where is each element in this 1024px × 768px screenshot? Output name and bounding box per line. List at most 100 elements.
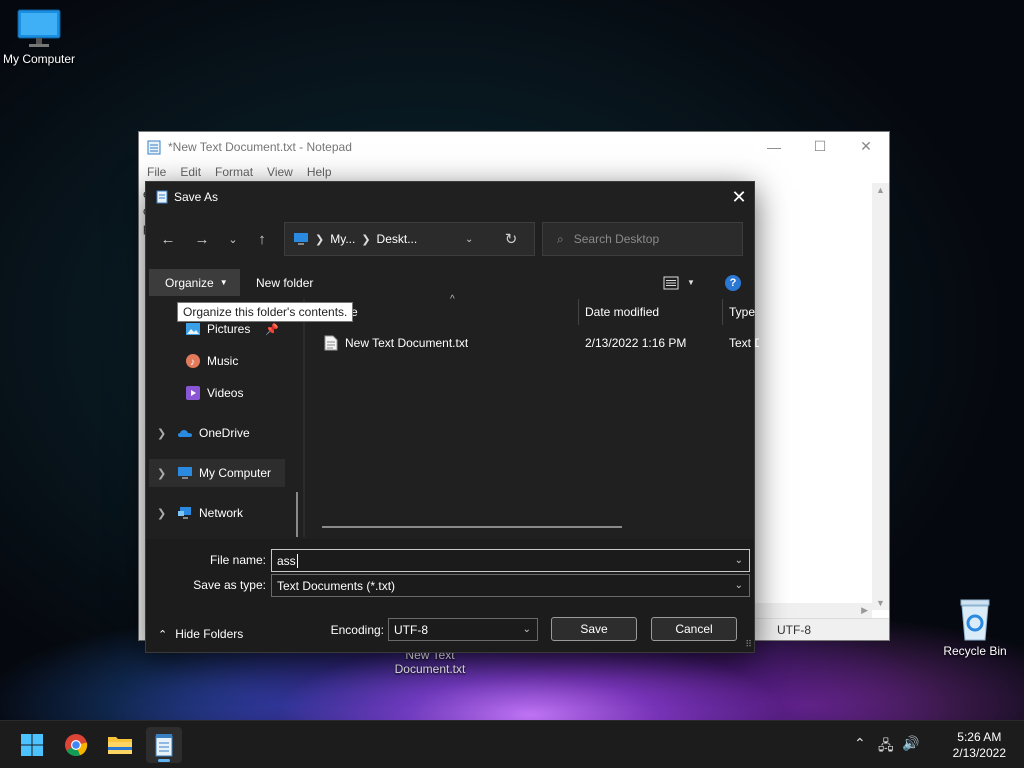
- network-icon: [178, 507, 191, 519]
- file-list-horizontal-scrollbar[interactable]: [322, 526, 622, 528]
- clock-date: 2/13/2022: [952, 746, 1006, 760]
- search-input[interactable]: ⌕ Search Desktop: [542, 222, 743, 256]
- windows-logo-icon: [21, 734, 43, 756]
- nav-item-label: My Computer: [199, 466, 272, 480]
- file-date-modified: 2/13/2022 1:16 PM: [585, 336, 687, 350]
- minimize-button[interactable]: —: [751, 132, 797, 161]
- address-bar[interactable]: ❯ My... ❯ Deskt...: [284, 222, 535, 256]
- column-divider[interactable]: [722, 299, 723, 325]
- nav-item-my-computer[interactable]: ❯ My Computer: [149, 459, 285, 487]
- expand-chevron-icon[interactable]: ❯: [157, 427, 166, 440]
- pane-divider[interactable]: [303, 299, 305, 537]
- cancel-button[interactable]: Cancel: [651, 617, 737, 641]
- view-options-button[interactable]: ▼: [663, 269, 695, 296]
- volume-icon[interactable]: 🔊: [902, 735, 919, 752]
- file-name-input[interactable]: ass ⌄: [271, 549, 750, 572]
- clock[interactable]: 5:26 AM 2/13/2022: [953, 729, 1006, 761]
- new-folder-button[interactable]: New folder: [256, 269, 313, 296]
- resize-grip-icon[interactable]: ⠿: [745, 639, 752, 650]
- close-button[interactable]: ✕: [843, 132, 889, 161]
- navigation-pane[interactable]: Pictures 📌 ♪ Music Videos ❯ OneDrive ❯ M…: [149, 299, 299, 537]
- notepad-titlebar[interactable]: *New Text Document.txt - Notepad — ☐ ✕: [139, 132, 889, 161]
- taskbar-notepad[interactable]: [146, 727, 182, 763]
- column-header-type[interactable]: Type: [729, 299, 755, 325]
- menu-file[interactable]: File: [147, 165, 166, 179]
- address-dropdown-icon[interactable]: ⌄: [465, 222, 479, 256]
- breadcrumb-item[interactable]: My...: [330, 232, 355, 246]
- scroll-down-icon[interactable]: ▼: [876, 598, 885, 608]
- scroll-right-icon[interactable]: ▶: [861, 605, 868, 616]
- up-arrow-icon[interactable]: ↑: [248, 222, 276, 256]
- hide-folders-button[interactable]: ⌃ Hide Folders: [158, 626, 243, 642]
- nav-item-network[interactable]: ❯ Network: [149, 499, 289, 527]
- back-arrow-icon[interactable]: ←: [154, 222, 182, 256]
- dialog-titlebar[interactable]: Save As ✕: [146, 182, 754, 212]
- clock-time: 5:26 AM: [957, 730, 1002, 744]
- nav-item-music[interactable]: ♪ Music: [149, 347, 289, 375]
- save-as-type-select[interactable]: Text Documents (*.txt) ⌄: [271, 574, 750, 597]
- menu-view[interactable]: View: [267, 165, 293, 179]
- organize-label: Organize: [165, 275, 214, 290]
- start-button[interactable]: [14, 727, 50, 763]
- refresh-icon[interactable]: ↻: [501, 222, 521, 256]
- file-name-label: File name:: [209, 553, 266, 567]
- column-header-date-modified[interactable]: Date modified: [585, 299, 659, 325]
- menu-help[interactable]: Help: [307, 165, 332, 179]
- new-folder-label: New folder: [256, 275, 314, 290]
- search-icon: ⌕: [557, 231, 564, 246]
- save-button[interactable]: Save: [551, 617, 637, 641]
- computer-icon: [17, 9, 61, 47]
- save-as-type-label: Save as type:: [193, 578, 266, 592]
- desktop-icon-recycle-bin[interactable]: Recycle Bin: [933, 598, 1017, 658]
- organize-button[interactable]: Organize ▼: [149, 269, 240, 296]
- taskbar-chrome[interactable]: [58, 727, 94, 763]
- help-icon[interactable]: ?: [725, 275, 741, 291]
- chevron-down-icon: ▼: [219, 278, 228, 287]
- dialog-footer: File name: ass ⌄ Save as type: Text Docu…: [146, 539, 754, 652]
- search-placeholder: Search Desktop: [573, 232, 660, 246]
- close-button[interactable]: ✕: [724, 182, 754, 212]
- taskbar: ⌃ 🖧 🔊 5:26 AM 2/13/2022: [0, 720, 1024, 768]
- onedrive-icon: [178, 430, 192, 437]
- desktop: My Computer Recycle Bin New Text Documen…: [0, 0, 1024, 720]
- tooltip: Organize this folder's contents.: [177, 302, 354, 322]
- nav-item-onedrive[interactable]: ❯ OneDrive: [149, 419, 289, 447]
- expand-chevron-icon[interactable]: ❯: [157, 467, 166, 480]
- menu-edit[interactable]: Edit: [180, 165, 201, 179]
- chevron-down-icon[interactable]: ⌄: [735, 555, 743, 566]
- breadcrumb-separator-icon: ❯: [315, 233, 325, 246]
- column-divider[interactable]: [578, 299, 579, 325]
- music-icon: ♪: [186, 354, 200, 368]
- save-as-type-value: Text Documents (*.txt): [277, 578, 396, 593]
- system-tray: ⌃ 🖧 🔊 5:26 AM 2/13/2022: [854, 721, 1024, 768]
- file-type: Text D: [729, 336, 759, 350]
- hide-folders-label: Hide Folders: [175, 627, 244, 641]
- vertical-scrollbar[interactable]: ▲ ▼: [872, 183, 889, 610]
- nav-item-label: Pictures: [207, 322, 251, 336]
- save-as-dialog[interactable]: Save As ✕ ← → ⌄ ↑ ❯ My... ❯ Deskt... ⌄ ↻…: [145, 181, 759, 653]
- pin-icon[interactable]: 📌: [265, 323, 279, 336]
- desktop-icon-label: My Computer: [2, 52, 76, 66]
- maximize-button[interactable]: ☐: [797, 132, 843, 161]
- file-name-value: ass: [277, 553, 296, 568]
- nav-pane-scrollbar[interactable]: [296, 492, 298, 537]
- videos-icon: [186, 386, 200, 400]
- recent-locations-chevron-icon[interactable]: ⌄: [219, 222, 247, 256]
- encoding-select[interactable]: UTF-8 ⌄: [388, 618, 538, 641]
- chevron-up-icon[interactable]: ⌃: [854, 735, 866, 752]
- nav-item-label: Videos: [207, 386, 244, 400]
- nav-item-label: Music: [207, 354, 239, 368]
- desktop-icon-my-computer[interactable]: My Computer: [0, 8, 81, 66]
- computer-icon: [294, 233, 308, 245]
- breadcrumb-item[interactable]: Deskt...: [377, 232, 418, 246]
- network-status-icon[interactable]: 🖧: [878, 735, 894, 759]
- nav-item-videos[interactable]: Videos: [149, 379, 289, 407]
- forward-arrow-icon[interactable]: →: [188, 222, 216, 256]
- details-view-icon: [663, 276, 679, 289]
- scroll-up-icon[interactable]: ▲: [876, 185, 885, 195]
- expand-chevron-icon[interactable]: ❯: [157, 507, 166, 520]
- taskbar-file-explorer[interactable]: [102, 727, 138, 763]
- notepad-icon: [155, 734, 173, 757]
- menu-format[interactable]: Format: [215, 165, 253, 179]
- file-list-row[interactable]: New Text Document.txt 2/13/2022 1:16 PM …: [324, 332, 759, 354]
